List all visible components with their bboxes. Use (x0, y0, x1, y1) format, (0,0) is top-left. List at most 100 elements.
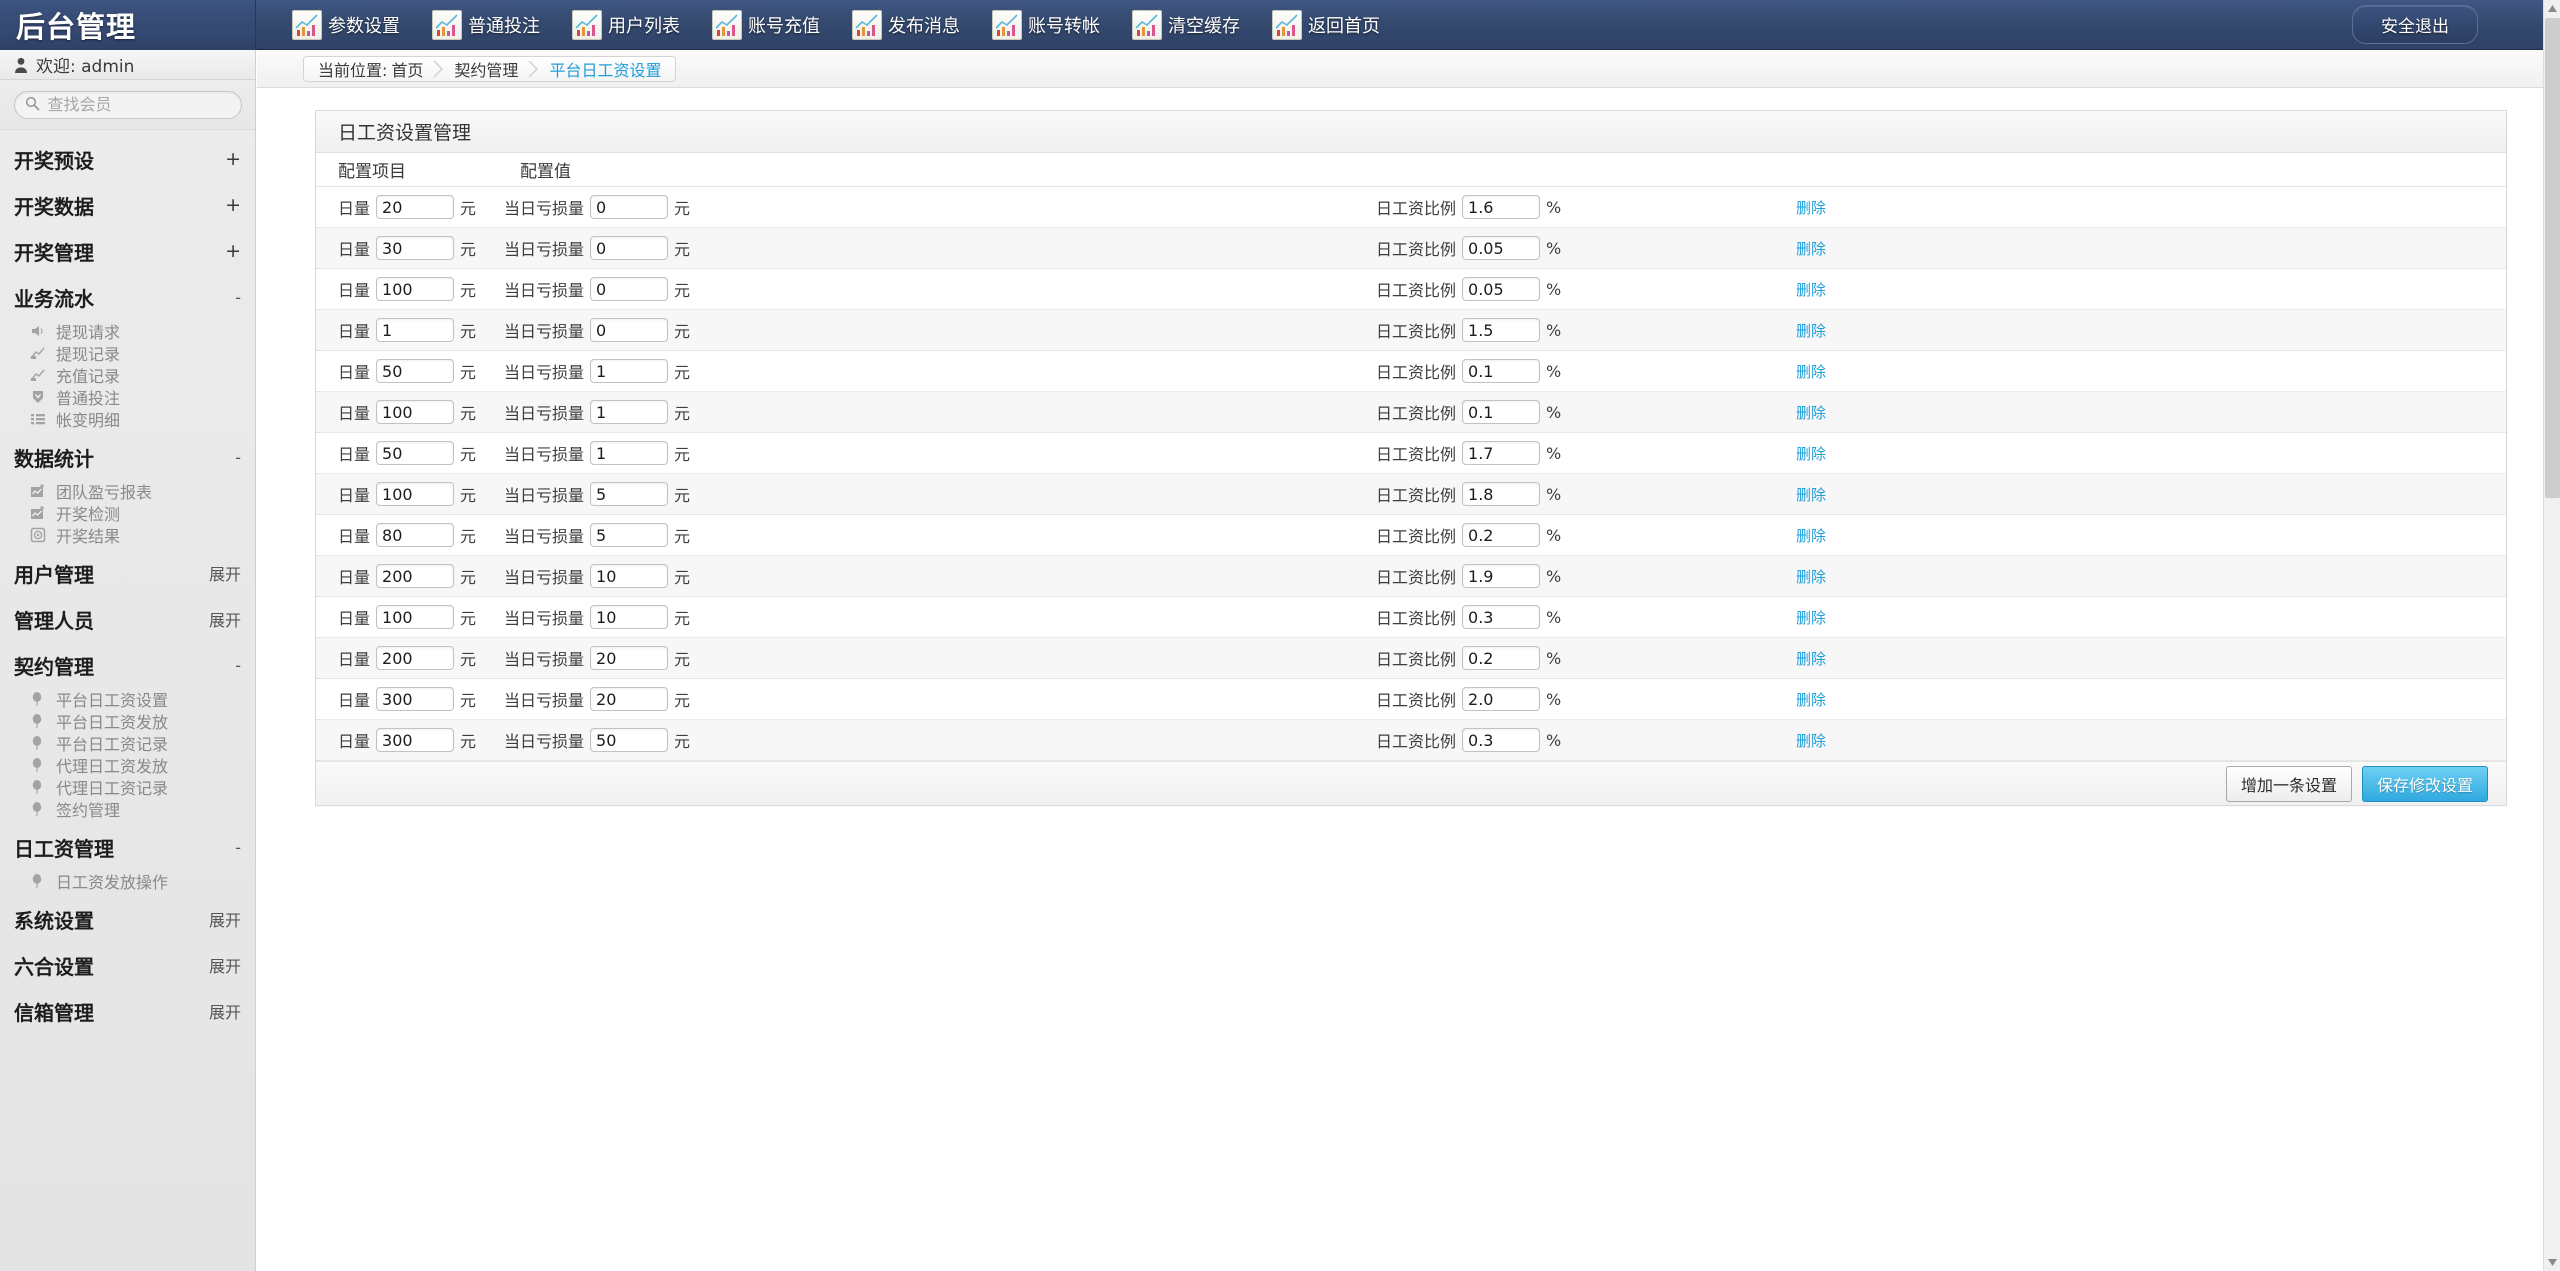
daily-volume-input[interactable] (376, 400, 455, 424)
save-settings-button[interactable]: 保存修改设置 (2361, 765, 2488, 802)
daily-loss-input[interactable] (590, 605, 669, 629)
sidebar-item-7-5[interactable]: 签约管理 (0, 798, 255, 820)
daily-volume-input[interactable] (376, 646, 455, 670)
delete-row-link[interactable]: 删除 (1796, 525, 1826, 546)
daily-volume-input[interactable] (376, 523, 455, 547)
daily-loss-input[interactable] (590, 646, 669, 670)
wage-ratio-input[interactable] (1462, 441, 1541, 465)
sidebar-group-toggle[interactable]: 展开 (209, 907, 241, 931)
sidebar-item-4-1[interactable]: 开奖检测 (0, 502, 255, 524)
topnav-item-0[interactable]: 参数设置 (292, 0, 400, 50)
sidebar-group-9[interactable]: 系统设置 展开 (0, 896, 255, 942)
sidebar-group-4[interactable]: 数据统计 - (0, 434, 255, 480)
add-setting-button[interactable]: 增加一条设置 (2225, 765, 2352, 802)
breadcrumb-crumb-2[interactable]: 平台日工资设置 (539, 57, 671, 81)
daily-loss-input[interactable] (590, 195, 669, 219)
sidebar-group-toggle[interactable]: 展开 (209, 999, 241, 1023)
delete-row-link[interactable]: 删除 (1796, 238, 1826, 259)
sidebar-item-4-0[interactable]: 团队盈亏报表 (0, 480, 255, 502)
delete-row-link[interactable]: 删除 (1796, 320, 1826, 341)
sidebar-group-8[interactable]: 日工资管理 - (0, 824, 255, 870)
daily-loss-input[interactable] (590, 236, 669, 260)
wage-ratio-input[interactable] (1462, 728, 1541, 752)
topnav-item-5[interactable]: 账号转帐 (992, 0, 1100, 50)
sidebar-group-toggle[interactable]: - (235, 838, 241, 857)
topnav-item-7[interactable]: 返回首页 (1272, 0, 1380, 50)
sidebar-group-7[interactable]: 契约管理 - (0, 642, 255, 688)
wage-ratio-input[interactable] (1462, 359, 1541, 383)
sidebar-item-3-1[interactable]: 提现记录 (0, 342, 255, 364)
daily-loss-input[interactable] (590, 359, 669, 383)
daily-loss-input[interactable] (590, 564, 669, 588)
breadcrumb-crumb-0[interactable]: 首页 (387, 57, 433, 81)
sidebar-group-11[interactable]: 信箱管理 展开 (0, 988, 255, 1034)
sidebar-group-1[interactable]: 开奖数据 + (0, 182, 255, 228)
sidebar-item-7-3[interactable]: 代理日工资发放 (0, 754, 255, 776)
daily-volume-input[interactable] (376, 236, 455, 260)
delete-row-link[interactable]: 删除 (1796, 197, 1826, 218)
delete-row-link[interactable]: 删除 (1796, 279, 1826, 300)
daily-volume-input[interactable] (376, 277, 455, 301)
daily-loss-input[interactable] (590, 318, 669, 342)
delete-row-link[interactable]: 删除 (1796, 648, 1826, 669)
wage-ratio-input[interactable] (1462, 236, 1541, 260)
scroll-up-arrow[interactable] (2544, 0, 2560, 17)
sidebar-group-toggle[interactable]: - (235, 288, 241, 307)
sidebar-group-toggle[interactable]: - (235, 448, 241, 467)
topnav-item-3[interactable]: 账号充值 (712, 0, 820, 50)
sidebar-item-3-2[interactable]: 充值记录 (0, 364, 255, 386)
daily-loss-input[interactable] (590, 441, 669, 465)
delete-row-link[interactable]: 删除 (1796, 689, 1826, 710)
daily-volume-input[interactable] (376, 318, 455, 342)
delete-row-link[interactable]: 删除 (1796, 443, 1826, 464)
daily-loss-input[interactable] (590, 277, 669, 301)
breadcrumb-crumb-1[interactable]: 契约管理 (444, 57, 528, 81)
wage-ratio-input[interactable] (1462, 523, 1541, 547)
delete-row-link[interactable]: 删除 (1796, 566, 1826, 587)
wage-ratio-input[interactable] (1462, 687, 1541, 711)
wage-ratio-input[interactable] (1462, 605, 1541, 629)
sidebar-group-toggle[interactable]: 展开 (209, 953, 241, 977)
wage-ratio-input[interactable] (1462, 318, 1541, 342)
scroll-down-arrow[interactable] (2544, 1254, 2560, 1271)
topnav-item-4[interactable]: 发布消息 (852, 0, 960, 50)
delete-row-link[interactable]: 删除 (1796, 361, 1826, 382)
daily-volume-input[interactable] (376, 441, 455, 465)
sidebar-group-6[interactable]: 管理人员 展开 (0, 596, 255, 642)
wage-ratio-input[interactable] (1462, 277, 1541, 301)
sidebar-group-toggle[interactable]: + (225, 240, 241, 262)
topnav-item-6[interactable]: 清空缓存 (1132, 0, 1240, 50)
sidebar-group-10[interactable]: 六合设置 展开 (0, 942, 255, 988)
daily-loss-input[interactable] (590, 400, 669, 424)
topnav-item-1[interactable]: 普通投注 (432, 0, 540, 50)
sidebar-group-toggle[interactable]: + (225, 194, 241, 216)
wage-ratio-input[interactable] (1462, 646, 1541, 670)
sidebar-item-3-3[interactable]: 普通投注 (0, 386, 255, 408)
sidebar-group-2[interactable]: 开奖管理 + (0, 228, 255, 274)
daily-loss-input[interactable] (590, 523, 669, 547)
delete-row-link[interactable]: 删除 (1796, 402, 1826, 423)
sidebar-group-toggle[interactable]: + (225, 148, 241, 170)
daily-loss-input[interactable] (590, 687, 669, 711)
daily-volume-input[interactable] (376, 728, 455, 752)
daily-volume-input[interactable] (376, 605, 455, 629)
topnav-item-2[interactable]: 用户列表 (572, 0, 680, 50)
daily-volume-input[interactable] (376, 195, 455, 219)
daily-volume-input[interactable] (376, 482, 455, 506)
daily-loss-input[interactable] (590, 728, 669, 752)
sidebar-item-8-0[interactable]: 日工资发放操作 (0, 870, 255, 892)
page-scrollbar[interactable] (2543, 0, 2560, 1271)
sidebar-item-3-0[interactable]: 提现请求 (0, 320, 255, 342)
wage-ratio-input[interactable] (1462, 564, 1541, 588)
sidebar-item-7-4[interactable]: 代理日工资记录 (0, 776, 255, 798)
sidebar-group-3[interactable]: 业务流水 - (0, 274, 255, 320)
delete-row-link[interactable]: 删除 (1796, 607, 1826, 628)
daily-volume-input[interactable] (376, 564, 455, 588)
sidebar-item-7-1[interactable]: 平台日工资发放 (0, 710, 255, 732)
delete-row-link[interactable]: 删除 (1796, 484, 1826, 505)
search-box[interactable] (13, 90, 242, 119)
scrollbar-thumb[interactable] (2545, 18, 2560, 498)
daily-volume-input[interactable] (376, 687, 455, 711)
sidebar-group-toggle[interactable]: 展开 (209, 607, 241, 631)
sidebar-item-3-4[interactable]: 帐变明细 (0, 408, 255, 430)
